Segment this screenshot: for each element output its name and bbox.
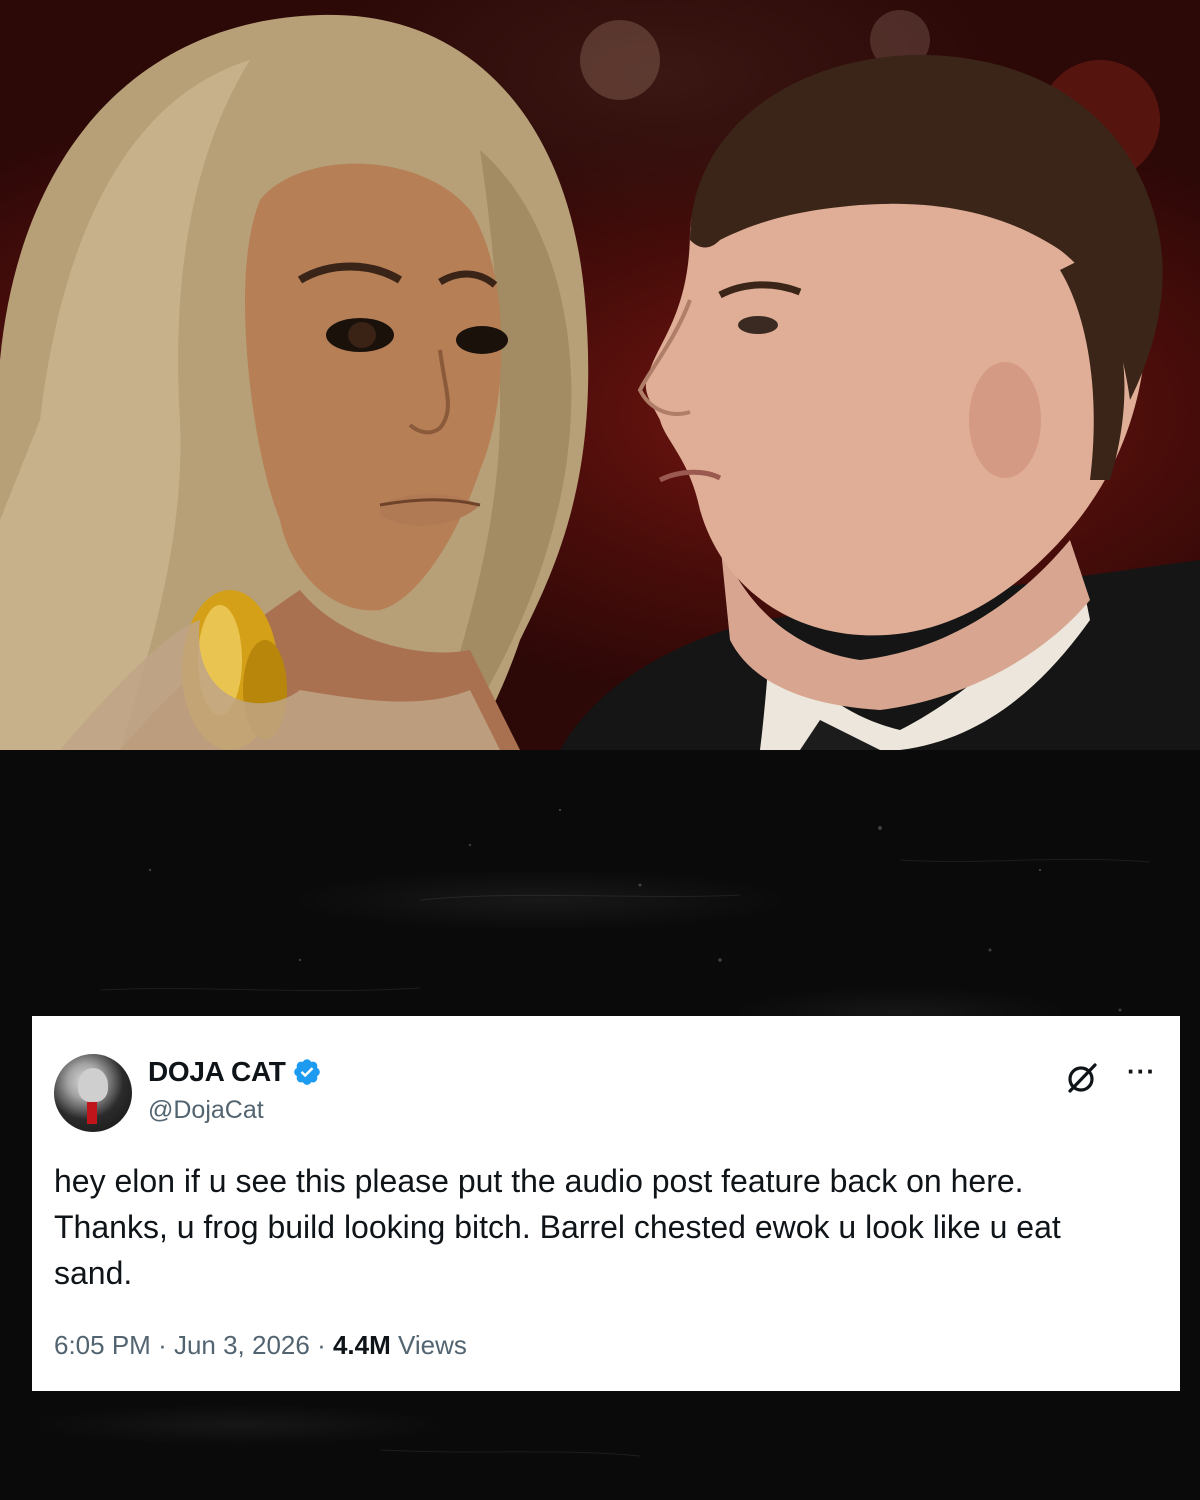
- page: DOJA CAT @DojaCat ··· hey elon if u see …: [0, 0, 1200, 1500]
- handle[interactable]: @DojaCat: [148, 1096, 264, 1125]
- verified-badge-icon: [293, 1059, 320, 1085]
- more-options-icon[interactable]: ···: [1127, 1056, 1156, 1087]
- avatar[interactable]: [54, 1054, 132, 1132]
- meta-separator: ·: [158, 1330, 174, 1360]
- tweet-meta: 6:05 PM · Jun 3, 2026 · 4.4M Views: [54, 1330, 467, 1361]
- display-name[interactable]: DOJA CAT: [148, 1056, 286, 1088]
- tweet-time[interactable]: 6:05 PM: [54, 1330, 151, 1360]
- avatar-figure: [78, 1068, 108, 1102]
- tweet-date[interactable]: Jun 3, 2026: [174, 1330, 310, 1360]
- avatar-accent: [87, 1102, 97, 1124]
- display-name-row: DOJA CAT: [148, 1056, 322, 1088]
- header-photo: [0, 0, 1200, 750]
- tweet-card[interactable]: DOJA CAT @DojaCat ··· hey elon if u see …: [32, 1016, 1180, 1391]
- grok-icon[interactable]: [1064, 1060, 1100, 1096]
- tweet-text: hey elon if u see this please put the au…: [54, 1163, 1061, 1291]
- photo-illustration: [0, 10, 1200, 750]
- meta-separator: ·: [317, 1330, 333, 1360]
- views-count[interactable]: 4.4M: [333, 1330, 391, 1360]
- views-label: Views: [398, 1330, 467, 1360]
